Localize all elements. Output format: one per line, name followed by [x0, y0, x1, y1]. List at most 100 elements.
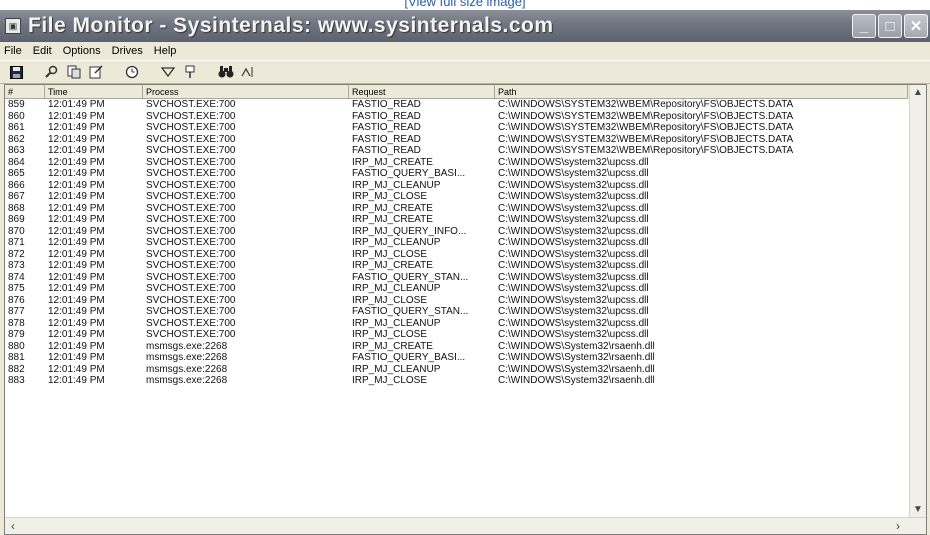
index-cell: 874: [8, 271, 25, 283]
path-cell: C:\WINDOWS\SYSTEM32\WBEM\Repository\FS\O…: [498, 110, 794, 122]
find-icon[interactable]: [42, 63, 62, 81]
toolbar: [0, 60, 930, 84]
table-row[interactable]: 859 12:01:49 PM SVCHOST.EXE:700 FASTIO_READ…: [5, 99, 926, 111]
process-cell: msmsgs.exe:2268: [146, 375, 228, 386]
index-cell: 877: [8, 306, 25, 317]
view-full-size-link[interactable]: [View full size image]: [0, 0, 930, 10]
table-row[interactable]: 878 12:01:49 PM SVCHOST.EXE:700 IRP_MJ_CLEA…: [5, 318, 926, 330]
scroll-left-icon[interactable]: ‹: [5, 518, 21, 534]
table-row[interactable]: 860 12:01:49 PM SVCHOST.EXE:700 FASTIO_READ…: [5, 111, 926, 123]
request-cell: IRP_MJ_CREATE: [352, 202, 433, 214]
scroll-up-icon[interactable]: ▲: [910, 85, 926, 101]
table-row[interactable]: 882 12:01:49 PM msmsgs.exe:2268 IRP_MJ_CLEA…: [5, 364, 926, 376]
request-cell: FASTIO_QUERY_STAN...: [352, 271, 469, 283]
column-process[interactable]: Process: [143, 85, 349, 99]
index-cell: 862: [8, 133, 25, 145]
time-cell: 12:01:49 PM: [48, 306, 105, 317]
table-row[interactable]: 873 12:01:49 PM SVCHOST.EXE:700 IRP_MJ_CREA…: [5, 260, 926, 272]
title-bar[interactable]: ▣ File Monitor - Sysinternals: www.sysin…: [0, 10, 930, 42]
save-icon[interactable]: [6, 63, 26, 81]
table-row[interactable]: 861 12:01:49 PM SVCHOST.EXE:700 FASTIO_READ…: [5, 122, 926, 134]
time-cell: 12:01:49 PM: [48, 133, 105, 145]
table-row[interactable]: 867 12:01:49 PM SVCHOST.EXE:700 IRP_MJ_CLOS…: [5, 191, 926, 203]
table-row[interactable]: 881 12:01:49 PM msmsgs.exe:2268 FASTIO_QUER…: [5, 352, 926, 364]
path-cell: C:\WINDOWS\system32\upcss.dll: [498, 225, 649, 237]
request-cell: FASTIO_READ: [352, 133, 421, 145]
table-row[interactable]: 872 12:01:49 PM SVCHOST.EXE:700 IRP_MJ_CLOS…: [5, 249, 926, 261]
binoculars-icon[interactable]: [216, 63, 236, 81]
menu-file[interactable]: File: [4, 45, 22, 57]
clear-icon[interactable]: [86, 63, 106, 81]
request-cell: FASTIO_QUERY_BASI...: [352, 352, 466, 363]
table-row[interactable]: 880 12:01:49 PM msmsgs.exe:2268 IRP_MJ_CREA…: [5, 341, 926, 353]
process-cell: SVCHOST.EXE:700: [146, 248, 236, 260]
column-path[interactable]: Path: [495, 85, 908, 99]
time-cell: 12:01:49 PM: [48, 191, 105, 202]
process-cell: SVCHOST.EXE:700: [146, 260, 236, 271]
request-cell: FASTIO_QUERY_STAN...: [352, 306, 469, 317]
scroll-down-icon[interactable]: ▼: [910, 502, 926, 518]
time-cell: 12:01:49 PM: [48, 340, 105, 352]
maximize-button[interactable]: □: [878, 14, 902, 38]
index-cell: 864: [8, 156, 25, 168]
time-cell: 12:01:49 PM: [48, 237, 105, 248]
path-cell: C:\WINDOWS\system32\upcss.dll: [498, 306, 649, 317]
close-button[interactable]: ✕: [904, 14, 928, 38]
time-cell: 12:01:49 PM: [48, 156, 105, 168]
scroll-right-icon[interactable]: ›: [890, 518, 906, 534]
highlight-icon[interactable]: [180, 63, 200, 81]
process-cell: SVCHOST.EXE:700: [146, 283, 236, 294]
table-row[interactable]: 869 12:01:49 PM SVCHOST.EXE:700 IRP_MJ_CREA…: [5, 214, 926, 226]
table-row[interactable]: 871 12:01:49 PM SVCHOST.EXE:700 IRP_MJ_CLEA…: [5, 237, 926, 249]
table-row[interactable]: 876 12:01:49 PM SVCHOST.EXE:700 IRP_MJ_CLOS…: [5, 295, 926, 307]
index-cell: 878: [8, 317, 25, 329]
jump-icon[interactable]: [238, 63, 258, 81]
table-row[interactable]: 870 12:01:49 PM SVCHOST.EXE:700 IRP_MJ_QUER…: [5, 226, 926, 238]
time-cell: 12:01:49 PM: [48, 329, 105, 340]
menu-options[interactable]: Options: [63, 45, 101, 57]
time-cell: 12:01:49 PM: [48, 375, 105, 386]
request-cell: IRP_MJ_CLEANUP: [352, 317, 441, 329]
copy-icon[interactable]: [64, 63, 84, 81]
filter-icon[interactable]: [158, 63, 178, 81]
column-time[interactable]: Time: [45, 85, 143, 99]
table-row[interactable]: 883 12:01:49 PM msmsgs.exe:2268 IRP_MJ_CLOS…: [5, 375, 926, 387]
index-cell: 879: [8, 329, 25, 340]
table-row[interactable]: 863 12:01:49 PM SVCHOST.EXE:700 FASTIO_READ…: [5, 145, 926, 157]
vertical-scrollbar[interactable]: ▲ ▼: [909, 85, 926, 518]
path-cell: C:\WINDOWS\system32\upcss.dll: [498, 179, 649, 191]
time-cell: 12:01:49 PM: [48, 179, 105, 191]
time-cell: 12:01:49 PM: [48, 317, 105, 329]
table-row[interactable]: 877 12:01:49 PM SVCHOST.EXE:700 FASTIO_QUER…: [5, 306, 926, 318]
table-row[interactable]: 875 12:01:49 PM SVCHOST.EXE:700 IRP_MJ_CLEA…: [5, 283, 926, 295]
menu-help[interactable]: Help: [154, 45, 177, 57]
request-cell: IRP_MJ_CLOSE: [352, 248, 428, 260]
table-row[interactable]: 862 12:01:49 PM SVCHOST.EXE:700 FASTIO_READ…: [5, 134, 926, 146]
table-row[interactable]: 865 12:01:49 PM SVCHOST.EXE:700 FASTIO_QUER…: [5, 168, 926, 180]
horizontal-scrollbar[interactable]: ‹ ›: [5, 517, 926, 534]
index-cell: 872: [8, 248, 25, 260]
menu-edit[interactable]: Edit: [33, 45, 52, 57]
path-cell: C:\WINDOWS\system32\upcss.dll: [498, 260, 649, 271]
table-row[interactable]: 879 12:01:49 PM SVCHOST.EXE:700 IRP_MJ_CLOS…: [5, 329, 926, 341]
process-cell: SVCHOST.EXE:700: [146, 294, 236, 306]
table-row[interactable]: 864 12:01:49 PM SVCHOST.EXE:700 IRP_MJ_CREA…: [5, 157, 926, 169]
clock-icon[interactable]: [122, 63, 142, 81]
table-row[interactable]: 866 12:01:49 PM SVCHOST.EXE:700 IRP_MJ_CLEA…: [5, 180, 926, 192]
table-row[interactable]: 868 12:01:49 PM SVCHOST.EXE:700 IRP_MJ_CREA…: [5, 203, 926, 215]
minimize-button[interactable]: _: [852, 14, 876, 38]
table-row[interactable]: 874 12:01:49 PM SVCHOST.EXE:700 FASTIO_QUER…: [5, 272, 926, 284]
index-cell: 865: [8, 168, 25, 179]
column-request[interactable]: Request: [349, 85, 495, 99]
path-cell: C:\WINDOWS\system32\upcss.dll: [498, 317, 649, 329]
index-cell: 873: [8, 260, 25, 271]
path-cell: C:\WINDOWS\system32\upcss.dll: [498, 202, 649, 214]
menu-drives[interactable]: Drives: [112, 45, 143, 57]
event-list[interactable]: # Time Process Request Path 859 12:01:49 …: [4, 84, 927, 535]
request-cell: IRP_MJ_CLOSE: [352, 329, 428, 340]
request-cell: IRP_MJ_CLEANUP: [352, 283, 441, 294]
path-cell: C:\WINDOWS\system32\upcss.dll: [498, 214, 649, 225]
path-cell: C:\WINDOWS\system32\upcss.dll: [498, 248, 649, 260]
process-cell: SVCHOST.EXE:700: [146, 191, 236, 202]
column-index[interactable]: #: [5, 85, 45, 99]
